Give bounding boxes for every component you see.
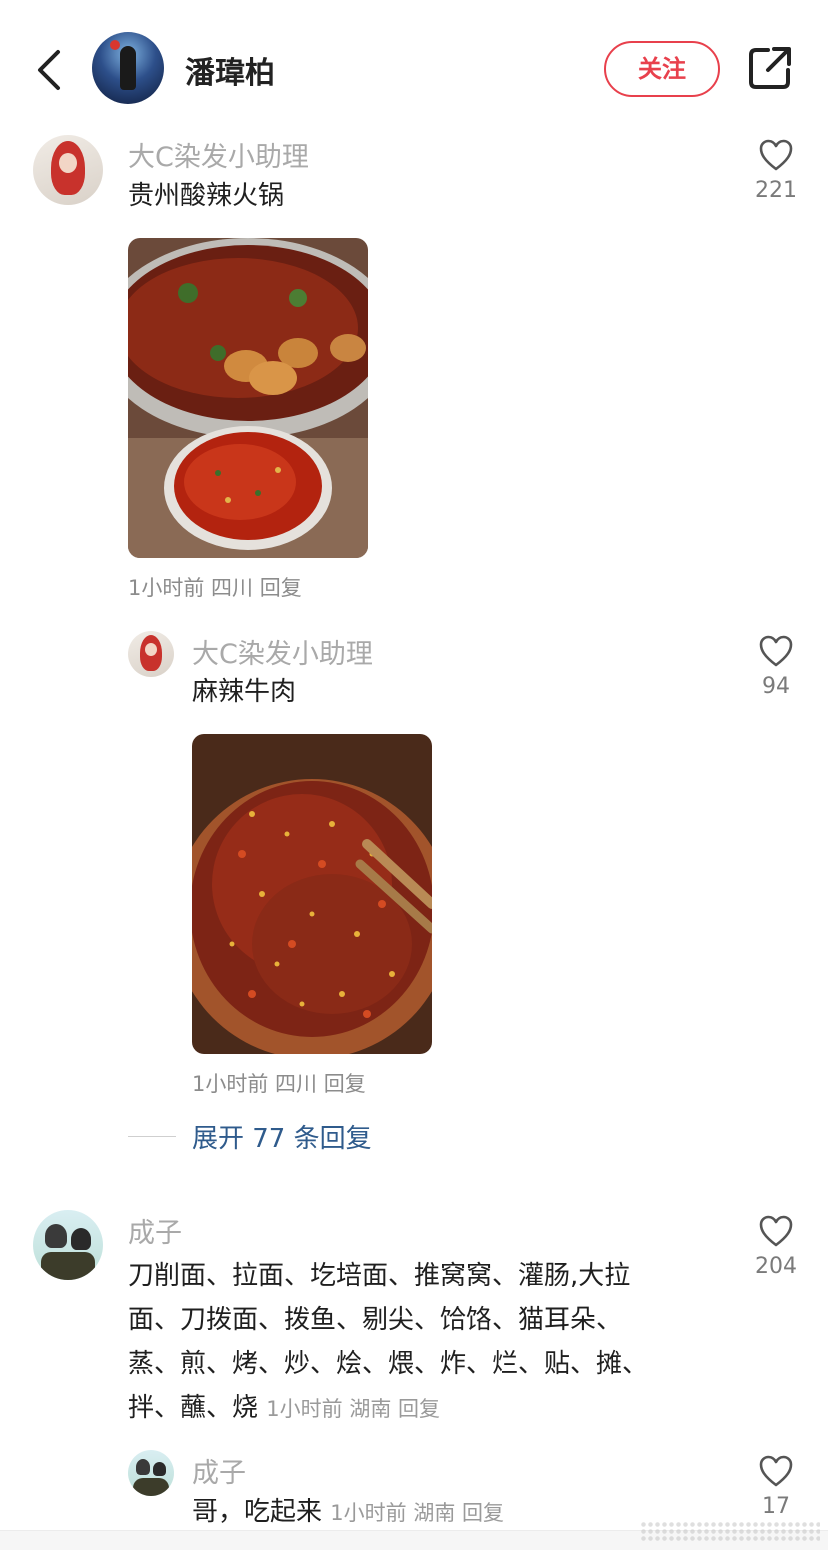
heart-icon[interactable] [758,138,794,172]
expand-replies-label[interactable]: 展开 77 条回复 [192,1118,372,1155]
reply-photo-beef[interactable] [192,734,432,1054]
hotpot-image [128,238,368,558]
spicy-beef-image [192,734,432,1054]
comment-photo-hotpot[interactable] [128,238,368,558]
comment-text: 刀削面、拉面、圪培面、推窝窝、灌肠,大拉 面、刀拨面、拨鱼、剔尖、饸饹、猫耳朵、… [128,1254,728,1431]
like-control[interactable]: 221 [746,138,806,203]
comment-meta: 1小时前 湖南 回复 [266,1397,440,1421]
like-count: 204 [755,1254,797,1279]
reply-text-row: 哥，吃起来 1小时前 湖南 回复 [192,1490,504,1535]
comment-avatar[interactable] [33,135,103,205]
like-count: 94 [762,674,790,699]
comment-text-last-line: 拌、蘸、烧 1小时前 湖南 回复 [128,1386,728,1431]
comment-author[interactable]: 大C染发小助理 [128,135,309,174]
like-control[interactable]: 204 [746,1214,806,1279]
like-count: 221 [755,178,797,203]
reply-avatar[interactable] [128,1450,174,1496]
share-icon[interactable] [746,44,794,92]
heart-icon[interactable] [758,1454,794,1488]
follow-button[interactable]: 关注 [604,41,720,97]
top-nav-bar: 潘瑋柏 关注 [0,0,828,130]
comment-meta: 1小时前 四川 回复 [128,576,302,600]
heart-icon[interactable] [758,1214,794,1248]
comment-text: 贵州酸辣火锅 [128,181,285,211]
like-control[interactable]: 94 [746,634,806,699]
back-arrow-icon[interactable] [30,46,70,94]
watermark-dots [640,1521,820,1543]
reply-text: 哥，吃起来 [192,1497,323,1527]
divider-line [128,1136,176,1137]
user-avatar[interactable] [92,32,164,104]
comment-text-line: 面、刀拨面、拨鱼、剔尖、饸饹、猫耳朵、 [128,1305,623,1335]
comment-avatar[interactable] [33,1210,103,1280]
reply-meta: 1小时前 四川 回复 [192,1072,366,1096]
comment-text-line: 蒸、煎、烤、炒、烩、煨、炸、烂、贴、摊、 [128,1349,649,1379]
reply-text: 麻辣牛肉 [192,677,297,707]
heart-icon[interactable] [758,634,794,668]
reply-avatar[interactable] [128,631,174,677]
reply-author[interactable]: 大C染发小助理 [192,632,373,671]
like-count: 17 [762,1494,790,1519]
reply-meta: 1小时前 湖南 回复 [330,1501,504,1525]
user-name[interactable]: 潘瑋柏 [185,48,275,92]
like-control[interactable]: 17 [746,1454,806,1519]
reply-author[interactable]: 成子 [192,1451,246,1490]
comment-text-line: 刀削面、拉面、圪培面、推窝窝、灌肠,大拉 [128,1261,631,1291]
comment-author[interactable]: 成子 [128,1211,182,1250]
comment-text-line: 拌、蘸、烧 [128,1393,259,1423]
